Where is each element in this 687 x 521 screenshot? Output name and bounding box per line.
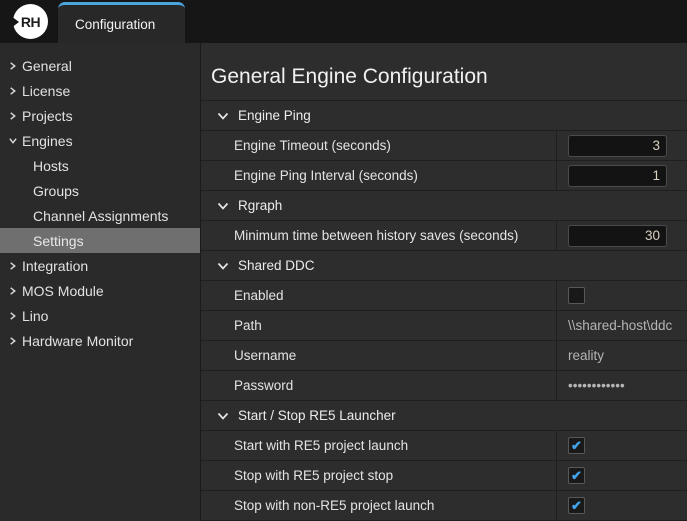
sidebar-item-integration[interactable]: Integration [0, 253, 200, 278]
reality-hub-logo[interactable]: RH [13, 4, 48, 39]
section-header-shared-ddc[interactable]: Shared DDC [201, 251, 687, 281]
sidebar-item-settings[interactable]: Settings [0, 228, 200, 253]
settings-sections: Engine Ping Engine Timeout (seconds) Eng… [201, 100, 687, 521]
sidebar-item-channel-assignments[interactable]: Channel Assignments [0, 203, 200, 228]
setting-row-path: Path \\shared-host\ddc [201, 311, 687, 341]
chevron-right-icon [8, 111, 21, 121]
sidebar-item-label: Groups [33, 183, 79, 199]
sidebar-item-label: General [22, 58, 72, 74]
sidebar-item-hardware-monitor[interactable]: Hardware Monitor [0, 328, 200, 353]
section-title: Start / Stop RE5 Launcher [238, 408, 396, 423]
section-title: Rgraph [238, 198, 282, 213]
sidebar-item-label: Projects [22, 108, 73, 124]
sidebar-item-projects[interactable]: Projects [0, 103, 200, 128]
chevron-right-icon [8, 286, 21, 296]
setting-label: Username [201, 341, 556, 370]
setting-value-cell: ✔ [556, 431, 687, 460]
start-with-re5-checkbox-checked[interactable]: ✔ [568, 437, 585, 454]
sidebar-item-label: Hardware Monitor [22, 333, 133, 349]
setting-label: Enabled [201, 281, 556, 310]
configuration-window: RH Configuration General License Project… [0, 0, 687, 521]
engine-ping-interval-input[interactable] [568, 165, 667, 187]
sidebar-item-engines[interactable]: Engines [0, 128, 200, 153]
sidebar-item-general[interactable]: General [0, 53, 200, 78]
sidebar-item-groups[interactable]: Groups [0, 178, 200, 203]
setting-label: Password [201, 371, 556, 400]
setting-row-password: Password •••••••••••• [201, 371, 687, 401]
setting-label: Start with RE5 project launch [201, 431, 556, 460]
username-field[interactable]: reality [568, 348, 604, 363]
min-history-save-input[interactable] [568, 225, 667, 247]
chevron-down-icon [8, 136, 21, 145]
sidebar-item-label: Lino [22, 308, 48, 324]
settings-panel: General Engine Configuration Engine Ping… [201, 43, 687, 521]
setting-row-start-with-re5-launch: Start with RE5 project launch ✔ [201, 431, 687, 461]
setting-label: Path [201, 311, 556, 340]
password-field[interactable]: •••••••••••• [568, 378, 625, 393]
sidebar-item-label: MOS Module [22, 283, 104, 299]
chevron-right-icon [8, 61, 21, 71]
setting-value-cell: ✔ [556, 491, 687, 520]
sidebar-item-license[interactable]: License [0, 78, 200, 103]
setting-value-cell [556, 131, 687, 160]
setting-row-min-history-save: Minimum time between history saves (seco… [201, 221, 687, 251]
sidebar-item-hosts[interactable]: Hosts [0, 153, 200, 178]
chevron-right-icon [8, 311, 21, 321]
setting-value-cell: \\shared-host\ddc [556, 311, 687, 340]
section-header-engine-ping[interactable]: Engine Ping [201, 101, 687, 131]
section-title: Engine Ping [238, 108, 311, 123]
sidebar-item-label: License [22, 83, 70, 99]
chevron-down-icon [217, 261, 229, 271]
checkmark-icon: ✔ [571, 439, 582, 452]
setting-value-cell: ✔ [556, 461, 687, 490]
setting-value-cell [556, 161, 687, 190]
logo-text: RH [21, 14, 40, 30]
setting-row-stop-with-re5-stop: Stop with RE5 project stop ✔ [201, 461, 687, 491]
setting-value-cell [556, 281, 687, 310]
setting-label: Stop with RE5 project stop [201, 461, 556, 490]
tab-configuration[interactable]: Configuration [58, 2, 185, 43]
top-tab-bar: RH Configuration [0, 0, 687, 43]
setting-value-cell [556, 221, 687, 250]
chevron-right-icon [8, 261, 21, 271]
checkmark-icon: ✔ [571, 499, 582, 512]
tab-label: Configuration [75, 17, 155, 32]
engine-timeout-input[interactable] [568, 135, 667, 157]
sidebar-item-label: Channel Assignments [33, 208, 168, 224]
setting-row-engine-ping-interval: Engine Ping Interval (seconds) [201, 161, 687, 191]
section-header-start-stop-re5-launcher[interactable]: Start / Stop RE5 Launcher [201, 401, 687, 431]
checkmark-icon: ✔ [571, 469, 582, 482]
setting-label: Engine Timeout (seconds) [201, 131, 556, 160]
section-header-rgraph[interactable]: Rgraph [201, 191, 687, 221]
sidebar-item-label: Settings [33, 233, 84, 249]
sidebar-item-label: Integration [22, 258, 88, 274]
sidebar-item-label: Engines [22, 133, 73, 149]
sidebar-item-label: Hosts [33, 158, 69, 174]
chevron-down-icon [217, 201, 229, 211]
setting-label: Minimum time between history saves (seco… [201, 221, 556, 250]
page-title: General Engine Configuration [211, 65, 687, 89]
setting-row-username: Username reality [201, 341, 687, 371]
setting-label: Stop with non-RE5 project launch [201, 491, 556, 520]
section-title: Shared DDC [238, 258, 315, 273]
setting-value-cell: reality [556, 341, 687, 370]
sidebar-item-lino[interactable]: Lino [0, 303, 200, 328]
setting-row-stop-with-non-re5-launch: Stop with non-RE5 project launch ✔ [201, 491, 687, 521]
chevron-right-icon [8, 86, 21, 96]
setting-row-engine-timeout: Engine Timeout (seconds) [201, 131, 687, 161]
setting-value-cell: •••••••••••• [556, 371, 687, 400]
config-nav-sidebar: General License Projects Engines Hosts G… [0, 43, 201, 521]
setting-row-enabled: Enabled [201, 281, 687, 311]
path-field[interactable]: \\shared-host\ddc [568, 318, 672, 333]
chevron-down-icon [217, 111, 229, 121]
enabled-checkbox-unchecked[interactable] [568, 287, 585, 304]
chevron-down-icon [217, 411, 229, 421]
chevron-right-icon [8, 336, 21, 346]
stop-with-re5-checkbox-checked[interactable]: ✔ [568, 467, 585, 484]
sidebar-item-mos-module[interactable]: MOS Module [0, 278, 200, 303]
setting-label: Engine Ping Interval (seconds) [201, 161, 556, 190]
stop-with-non-re5-checkbox-checked[interactable]: ✔ [568, 497, 585, 514]
